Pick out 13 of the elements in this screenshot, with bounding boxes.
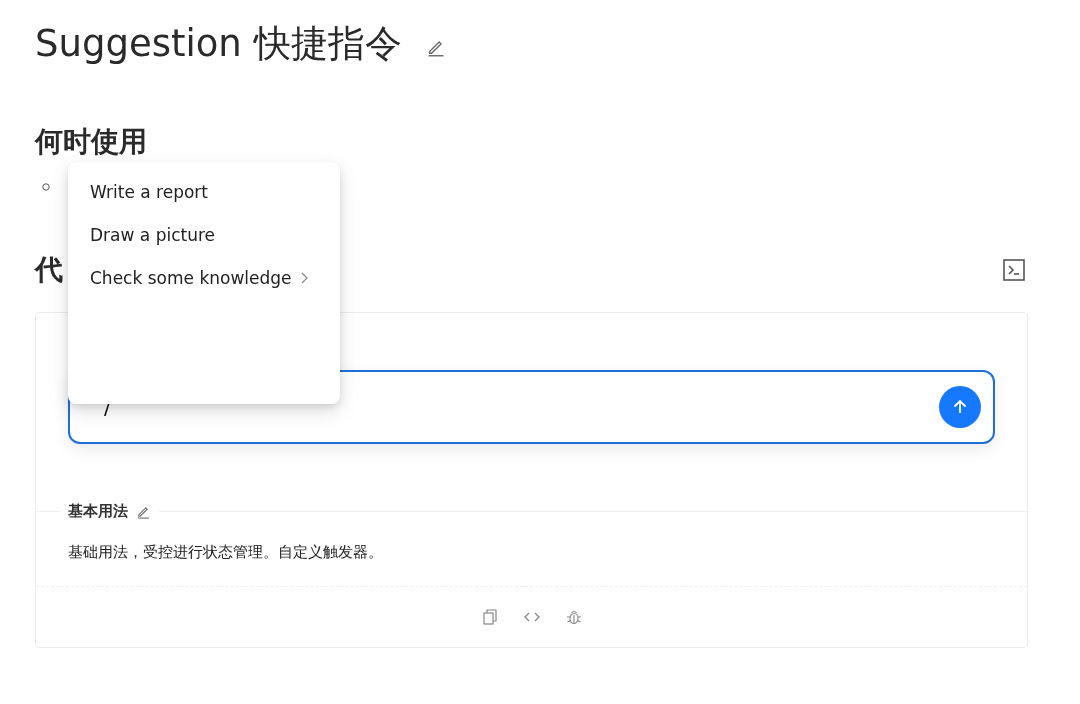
page-title: Suggestion 快捷指令 <box>35 21 402 67</box>
demo-description: 基础用法，受控进行状态管理。自定义触发器。 <box>68 543 384 562</box>
section-heading: 何时使用 <box>35 124 148 160</box>
demo-label: 基本用法 <box>68 502 128 521</box>
terminal-icon[interactable] <box>1002 258 1026 282</box>
menu-item[interactable]: Write a report <box>72 170 336 213</box>
copy-icon[interactable] <box>480 608 499 626</box>
edit-icon[interactable] <box>136 504 151 519</box>
menu-item[interactable]: Check some knowledge <box>72 256 336 299</box>
section-heading: 代 <box>35 252 63 288</box>
menu-item[interactable]: Draw a picture <box>72 213 336 256</box>
list-bullet-icon <box>42 183 50 191</box>
bug-icon[interactable] <box>564 608 583 626</box>
